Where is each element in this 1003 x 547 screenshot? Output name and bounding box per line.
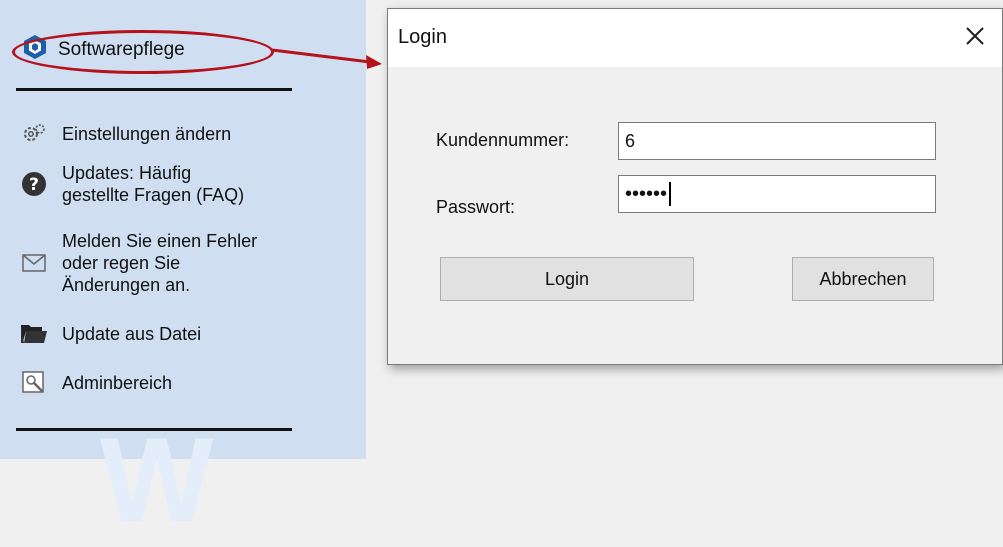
annotation-arrow xyxy=(271,48,382,69)
customer-number-label: Kundennummer: xyxy=(436,130,570,150)
sidebar-item-update-file[interactable]: Update aus Datei xyxy=(20,320,201,348)
dialog-titlebar[interactable]: Login xyxy=(388,9,1002,67)
sidebar-item-report-error[interactable]: Melden Sie einen Fehler oder regen Sie Ä… xyxy=(20,230,257,296)
question-icon: ? xyxy=(20,170,48,198)
sidebar-item-label: Einstellungen ändern xyxy=(62,124,232,144)
password-field[interactable]: •••••• xyxy=(618,175,936,213)
sidebar-item-adminbereich[interactable]: Adminbereich xyxy=(20,369,172,397)
mail-icon xyxy=(20,249,48,277)
sidebar-item-label: Updates: Häufig gestellte Fragen (FAQ) xyxy=(62,163,245,205)
login-button[interactable]: Login xyxy=(440,257,694,301)
divider xyxy=(16,428,292,431)
dialog-title: Login xyxy=(398,26,447,48)
sidebar-item-label: Adminbereich xyxy=(62,373,173,393)
divider xyxy=(16,88,292,91)
svg-text:?: ? xyxy=(29,175,39,195)
sidebar-item-einstellungen[interactable]: Einstellungen ändern xyxy=(20,120,231,148)
folder-icon xyxy=(20,320,48,348)
cancel-button[interactable]: Abbrechen xyxy=(792,257,934,301)
admin-icon xyxy=(20,369,48,397)
gear-icon xyxy=(20,120,48,148)
watermark-logo: W xyxy=(100,413,214,547)
password-label: Passwort: xyxy=(436,197,516,217)
sidebar-item-faq[interactable]: ? Updates: Häufig gestellte Fragen (FAQ) xyxy=(20,162,244,206)
close-icon[interactable] xyxy=(960,21,990,51)
highlight-ellipse xyxy=(12,30,274,74)
sidebar-item-label: Update aus Datei xyxy=(62,324,202,344)
sidebar-item-label: Melden Sie einen Fehler oder regen Sie Ä… xyxy=(62,231,258,295)
customer-number-field[interactable]: 6 xyxy=(618,122,936,160)
login-dialog: Login Kundennummer: 6 Passwort: •••••• L… xyxy=(387,8,1003,365)
